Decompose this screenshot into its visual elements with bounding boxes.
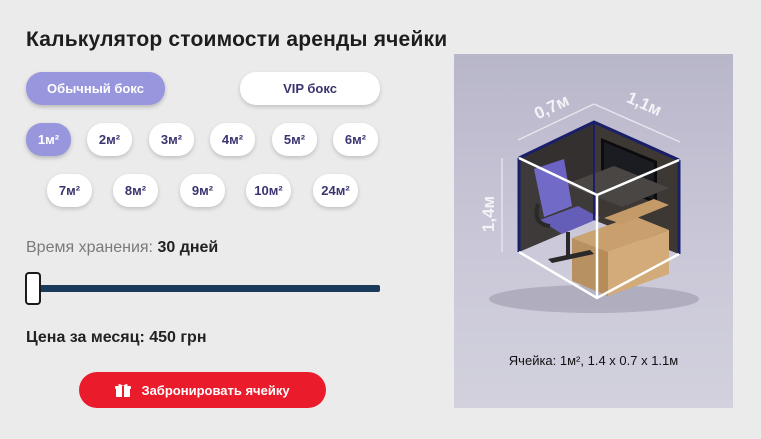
book-cell-button[interactable]: Забронировать ячейку xyxy=(79,372,326,408)
monthly-price: Цена за месяц: 450 грн xyxy=(26,329,207,346)
storage-time: Время хранения: 30 дней xyxy=(26,239,218,257)
storage-slider-track[interactable] xyxy=(31,285,380,292)
book-cell-button-label: Забронировать ячейку xyxy=(141,382,290,398)
storage-time-value: 30 дней xyxy=(157,239,219,256)
dim-height-label: 1,4м xyxy=(479,196,498,232)
cell-preview: 0,7м 1,1м 1,4м Ячейка: 1м², 1.4 x 0.7 x … xyxy=(454,54,733,408)
box-type-vip-button[interactable]: VIP бокс xyxy=(240,72,380,105)
box-type-regular-button[interactable]: Обычный бокс xyxy=(26,72,165,105)
size-chip-10m2[interactable]: 10м² xyxy=(246,174,291,207)
size-chip-8m2[interactable]: 8м² xyxy=(113,174,158,207)
size-chip-7m2[interactable]: 7м² xyxy=(47,174,92,207)
size-chip-9m2[interactable]: 9м² xyxy=(180,174,225,207)
size-chip-2m2[interactable]: 2м² xyxy=(87,123,132,156)
size-chip-6m2[interactable]: 6м² xyxy=(333,123,378,156)
dim-depth-label: 0,7м xyxy=(531,91,572,124)
size-chip-4m2[interactable]: 4м² xyxy=(210,123,255,156)
size-chip-1m2[interactable]: 1м² xyxy=(26,123,71,156)
storage-time-label: Время хранения: xyxy=(26,239,153,256)
calculator-title: Калькулятор стоимости аренды ячейки xyxy=(26,28,448,51)
size-chip-24m2[interactable]: 24м² xyxy=(313,174,358,207)
gift-icon xyxy=(115,384,132,397)
storage-slider-thumb[interactable] xyxy=(25,272,41,305)
size-chip-5m2[interactable]: 5м² xyxy=(272,123,317,156)
size-chip-3m2[interactable]: 3м² xyxy=(149,123,194,156)
cell-caption: Ячейка: 1м², 1.4 x 0.7 x 1.1м xyxy=(508,353,679,368)
dim-width-label: 1,1м xyxy=(624,88,665,120)
